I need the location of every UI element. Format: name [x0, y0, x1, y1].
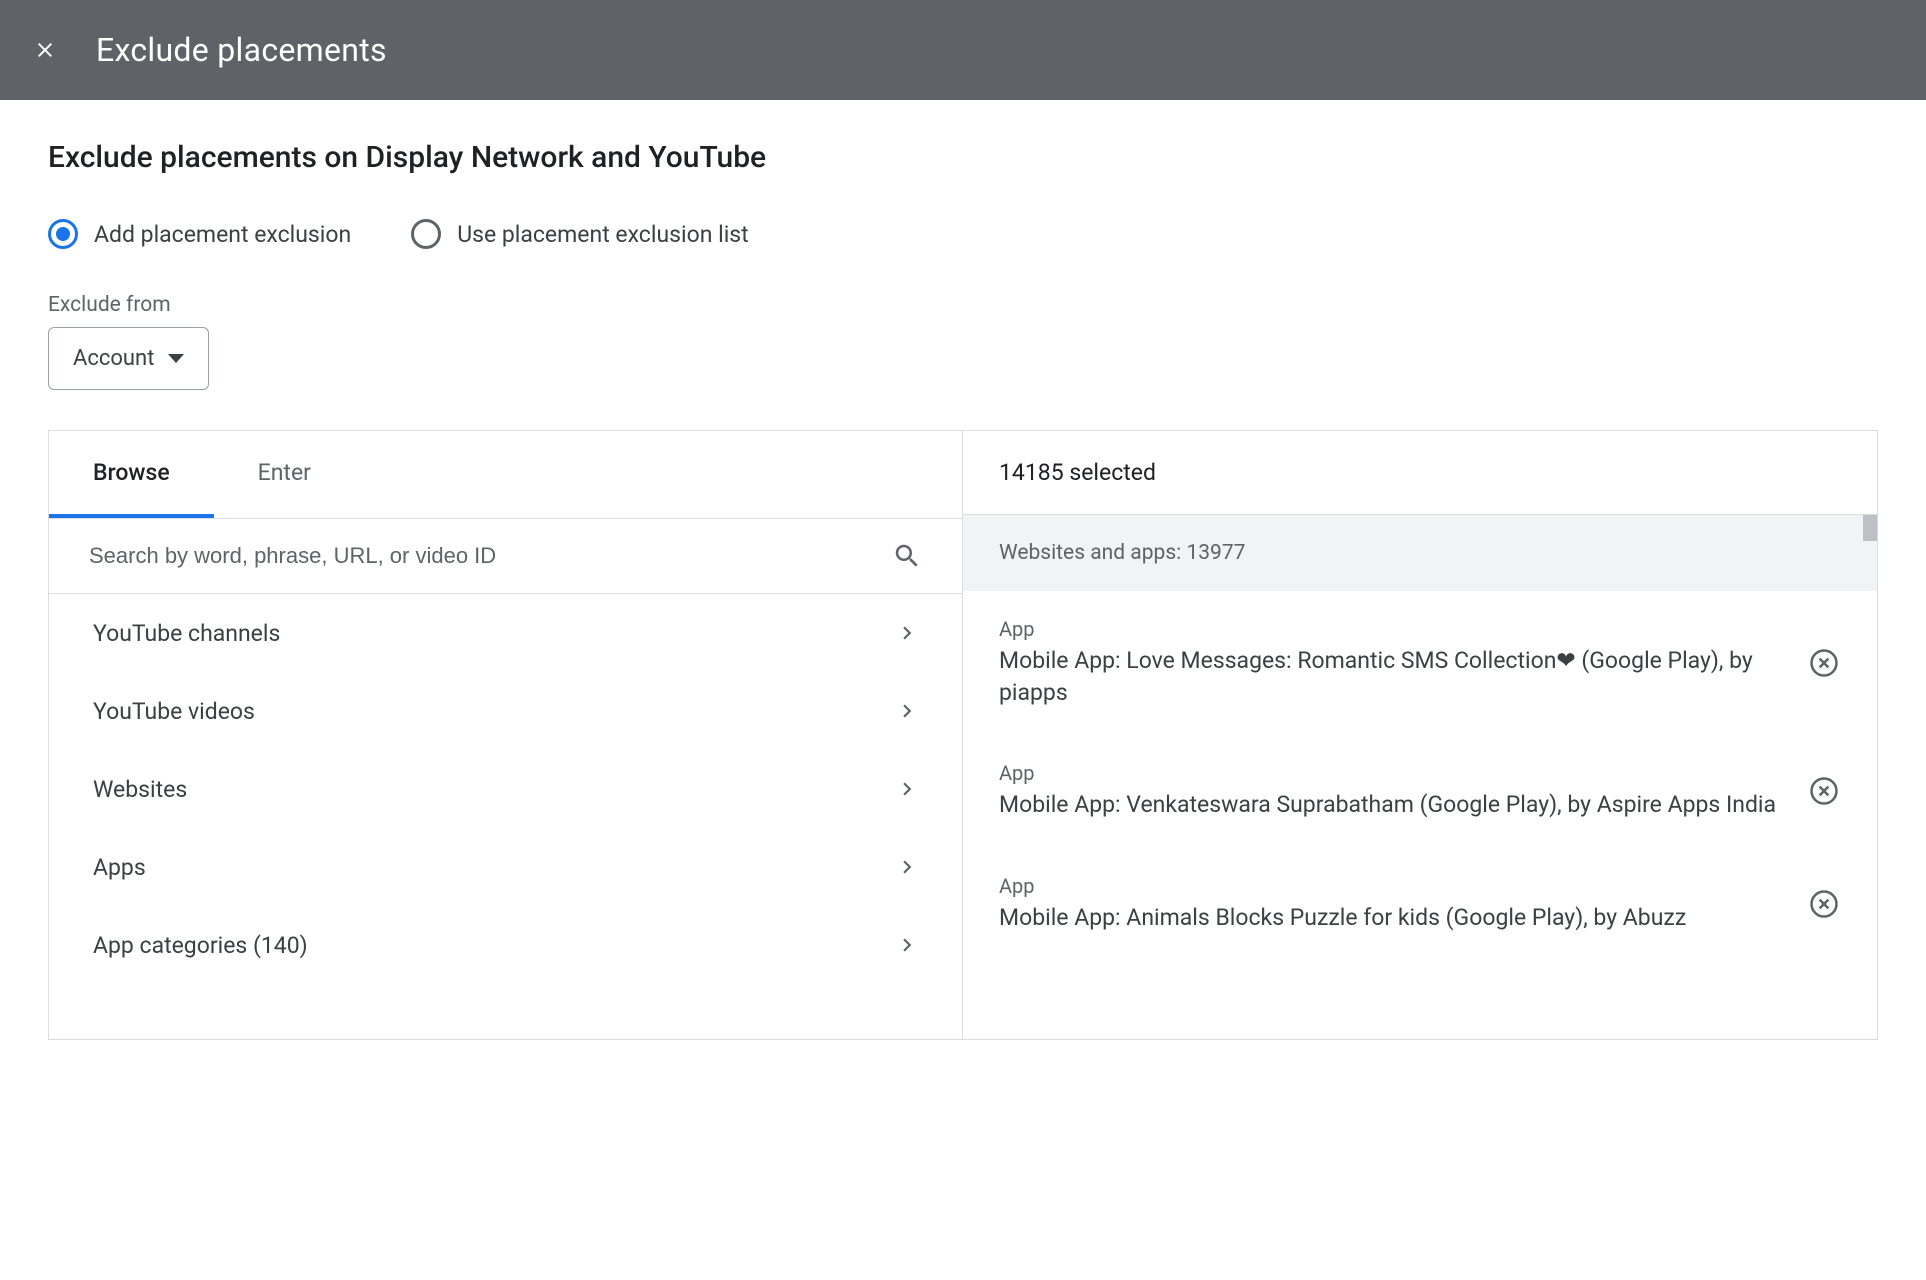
- tabs: Browse Enter: [49, 431, 962, 518]
- dialog-header: Exclude placements: [0, 0, 1926, 100]
- browse-item-label: YouTube channels: [93, 620, 280, 647]
- radio-use-list[interactable]: Use placement exclusion list: [411, 219, 749, 249]
- search-input[interactable]: [89, 543, 892, 569]
- item-name: Mobile App: Love Messages: Romantic SMS …: [999, 645, 1787, 709]
- group-header: Websites and apps: 13977: [963, 515, 1877, 591]
- close-icon[interactable]: [30, 35, 60, 65]
- chevron-right-icon: [892, 774, 922, 804]
- scrollbar[interactable]: [1863, 515, 1877, 541]
- chevron-right-icon: [892, 618, 922, 648]
- radio-add-label: Add placement exclusion: [94, 221, 351, 248]
- browse-item-youtube-channels[interactable]: YouTube channels: [49, 594, 962, 672]
- list-item-text: App Mobile App: Animals Blocks Puzzle fo…: [999, 874, 1787, 934]
- list-item: App Mobile App: Animals Blocks Puzzle fo…: [963, 848, 1877, 960]
- item-name: Mobile App: Venkateswara Suprabatham (Go…: [999, 789, 1787, 821]
- exclude-from-dropdown[interactable]: Account: [48, 327, 209, 390]
- tab-browse[interactable]: Browse: [49, 431, 214, 518]
- chevron-right-icon: [892, 696, 922, 726]
- list-item: App Mobile App: Venkateswara Suprabatham…: [963, 735, 1877, 847]
- radio-add-exclusion[interactable]: Add placement exclusion: [48, 219, 351, 249]
- item-name: Mobile App: Animals Blocks Puzzle for ki…: [999, 902, 1787, 934]
- radio-dot-outer: [411, 219, 441, 249]
- section-title: Exclude placements on Display Network an…: [48, 140, 1878, 175]
- remove-button[interactable]: [1807, 646, 1841, 680]
- exclude-from-value: Account: [73, 346, 154, 371]
- caret-down-icon: [168, 354, 184, 363]
- chevron-right-icon: [892, 930, 922, 960]
- browse-item-websites[interactable]: Websites: [49, 750, 962, 828]
- item-type: App: [999, 874, 1787, 898]
- radio-use-list-label: Use placement exclusion list: [457, 221, 749, 248]
- radio-group: Add placement exclusion Use placement ex…: [48, 219, 1878, 249]
- dialog-title: Exclude placements: [96, 31, 387, 69]
- content: Exclude placements on Display Network an…: [0, 100, 1926, 1080]
- item-type: App: [999, 617, 1787, 641]
- selected-items-list: App Mobile App: Love Messages: Romantic …: [963, 591, 1877, 1039]
- browse-item-app-categories[interactable]: App categories (140): [49, 906, 962, 984]
- tab-enter[interactable]: Enter: [214, 431, 355, 518]
- item-type: App: [999, 761, 1787, 785]
- exclude-from-label: Exclude from: [48, 293, 1878, 317]
- list-item: App Mobile App: Love Messages: Romantic …: [963, 591, 1877, 735]
- right-panel: 14185 selected Websites and apps: 13977 …: [963, 431, 1877, 1039]
- browse-item-label: Apps: [93, 854, 146, 881]
- browse-item-apps[interactable]: Apps: [49, 828, 962, 906]
- browse-item-label: Websites: [93, 776, 187, 803]
- list-item-text: App Mobile App: Love Messages: Romantic …: [999, 617, 1787, 709]
- search-icon[interactable]: [892, 541, 922, 571]
- browse-item-youtube-videos[interactable]: YouTube videos: [49, 672, 962, 750]
- panels: Browse Enter YouTube channels YouTube vi…: [48, 430, 1878, 1040]
- browse-item-label: YouTube videos: [93, 698, 255, 725]
- list-item-text: App Mobile App: Venkateswara Suprabatham…: [999, 761, 1787, 821]
- left-panel: Browse Enter YouTube channels YouTube vi…: [49, 431, 963, 1039]
- selected-count: 14185 selected: [963, 431, 1877, 515]
- radio-dot-inner: [56, 227, 70, 241]
- chevron-right-icon: [892, 852, 922, 882]
- remove-button[interactable]: [1807, 887, 1841, 921]
- browse-list: YouTube channels YouTube videos Websites…: [49, 594, 962, 1039]
- remove-button[interactable]: [1807, 774, 1841, 808]
- browse-item-label: App categories (140): [93, 932, 308, 959]
- search-row: [49, 519, 962, 594]
- radio-dot-outer: [48, 219, 78, 249]
